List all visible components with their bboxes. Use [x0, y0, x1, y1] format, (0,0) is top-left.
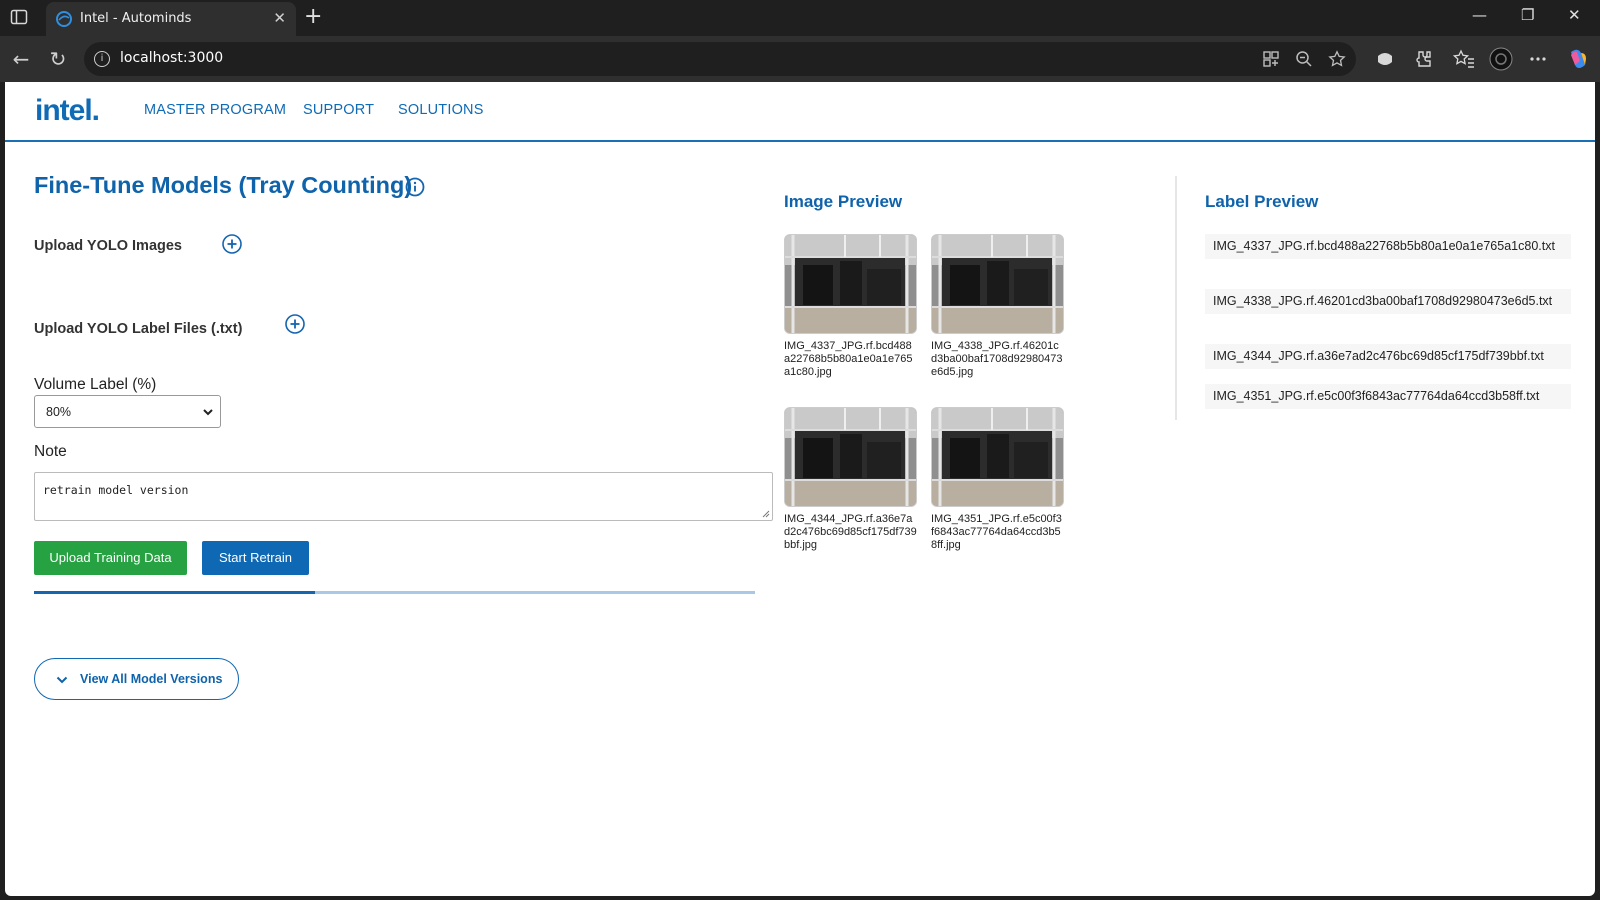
- volume-select[interactable]: 80%: [34, 395, 221, 428]
- image-filename: IMG_4351_JPG.rf.e5c00f3f6843ac77764da64c…: [931, 513, 1062, 551]
- note-text[interactable]: retrain model version: [43, 483, 188, 497]
- image-thumbnail[interactable]: [784, 234, 917, 334]
- back-icon[interactable]: ←: [10, 48, 32, 70]
- url-field[interactable]: i localhost:3000: [84, 42, 1356, 76]
- favorites-icon[interactable]: [1453, 48, 1475, 70]
- image-thumbnail[interactable]: [784, 407, 917, 507]
- site-header: intel. MASTER PROGRAM SUPPORT SOLUTIONS: [5, 82, 1595, 142]
- page-title: Fine-Tune Models (Tray Counting): [34, 172, 413, 198]
- image-thumbnail[interactable]: [931, 234, 1064, 334]
- more-options-icon[interactable]: [1527, 48, 1549, 70]
- upload-labels-label: Upload YOLO Label Files (.txt): [34, 321, 243, 337]
- zoom-out-icon[interactable]: [1295, 50, 1313, 68]
- upload-images-label: Upload YOLO Images: [34, 238, 182, 254]
- image-thumbnail[interactable]: [931, 407, 1064, 507]
- label-file-item: IMG_4338_JPG.rf.46201cd3ba00baf1708d9298…: [1205, 289, 1571, 314]
- tab-title: Intel - Autominds: [80, 11, 192, 26]
- minimize-icon[interactable]: —: [1472, 6, 1487, 24]
- versions-button-label: View All Model Versions: [80, 672, 223, 686]
- browser-tab-bar: Intel - Autominds ✕ + — ❐ ✕: [0, 0, 1600, 36]
- info-icon[interactable]: [404, 176, 426, 198]
- intel-logo[interactable]: intel.: [33, 92, 103, 128]
- intel-favicon-icon: [56, 11, 72, 27]
- label-file-item: IMG_4351_JPG.rf.e5c00f3f6843ac77764da64c…: [1205, 384, 1571, 409]
- favorite-star-icon[interactable]: [1328, 50, 1346, 68]
- restore-icon[interactable]: ❐: [1521, 6, 1534, 24]
- chevron-down-icon: [56, 676, 68, 684]
- note-textarea[interactable]: retrain model version: [34, 472, 773, 521]
- label-file-item: IMG_4337_JPG.rf.bcd488a22768b5b80a1e0a1e…: [1205, 234, 1571, 259]
- image-filename: IMG_4337_JPG.rf.bcd488a22768b5b80a1e0a1e…: [784, 340, 913, 378]
- view-all-model-versions-button[interactable]: View All Model Versions: [34, 658, 239, 700]
- add-images-icon[interactable]: [221, 233, 243, 255]
- copilot-vision-icon[interactable]: [1374, 48, 1396, 70]
- nav-support[interactable]: SUPPORT: [303, 102, 374, 118]
- tab-close-icon[interactable]: ✕: [273, 10, 286, 26]
- image-filename: IMG_4344_JPG.rf.a36e7ad2c476bc69d85cf175…: [784, 513, 917, 551]
- add-label-files-icon[interactable]: [284, 313, 306, 335]
- url-text[interactable]: localhost:3000: [120, 50, 223, 66]
- nav-master-program[interactable]: MASTER PROGRAM: [144, 102, 286, 118]
- window-close-icon[interactable]: ✕: [1568, 6, 1581, 24]
- browser-address-bar: ← ↻ i localhost:3000: [0, 36, 1600, 82]
- profile-avatar-icon[interactable]: [1489, 47, 1513, 71]
- app-available-icon[interactable]: [1262, 50, 1280, 68]
- progress-bar: [34, 591, 755, 594]
- resize-handle-icon[interactable]: [762, 510, 770, 518]
- volume-select-value: 80%: [46, 405, 72, 419]
- chevron-down-icon: [203, 409, 213, 416]
- new-tab-icon[interactable]: +: [304, 5, 322, 29]
- tab-actions-icon[interactable]: [10, 8, 32, 28]
- copilot-icon[interactable]: [1566, 47, 1590, 71]
- page-viewport: intel. MASTER PROGRAM SUPPORT SOLUTIONS …: [5, 82, 1595, 896]
- reload-icon[interactable]: ↻: [47, 48, 69, 70]
- column-divider: [1175, 176, 1177, 420]
- browser-tab-active[interactable]: Intel - Autominds ✕: [46, 2, 296, 36]
- label-file-item: IMG_4344_JPG.rf.a36e7ad2c476bc69d85cf175…: [1205, 344, 1571, 369]
- extensions-icon[interactable]: [1412, 48, 1434, 70]
- start-retrain-button[interactable]: Start Retrain: [202, 541, 309, 575]
- progress-bar-fill: [34, 591, 316, 594]
- volume-label: Volume Label (%): [34, 376, 157, 393]
- upload-training-data-button[interactable]: Upload Training Data: [34, 541, 187, 575]
- image-preview-heading: Image Preview: [784, 192, 903, 211]
- nav-solutions[interactable]: SOLUTIONS: [398, 102, 484, 118]
- note-label: Note: [34, 443, 67, 460]
- label-preview-heading: Label Preview: [1205, 192, 1319, 211]
- site-info-icon[interactable]: i: [94, 51, 110, 67]
- image-filename: IMG_4338_JPG.rf.46201cd3ba00baf1708d9298…: [931, 340, 1063, 378]
- svg-text:intel.: intel.: [35, 94, 99, 127]
